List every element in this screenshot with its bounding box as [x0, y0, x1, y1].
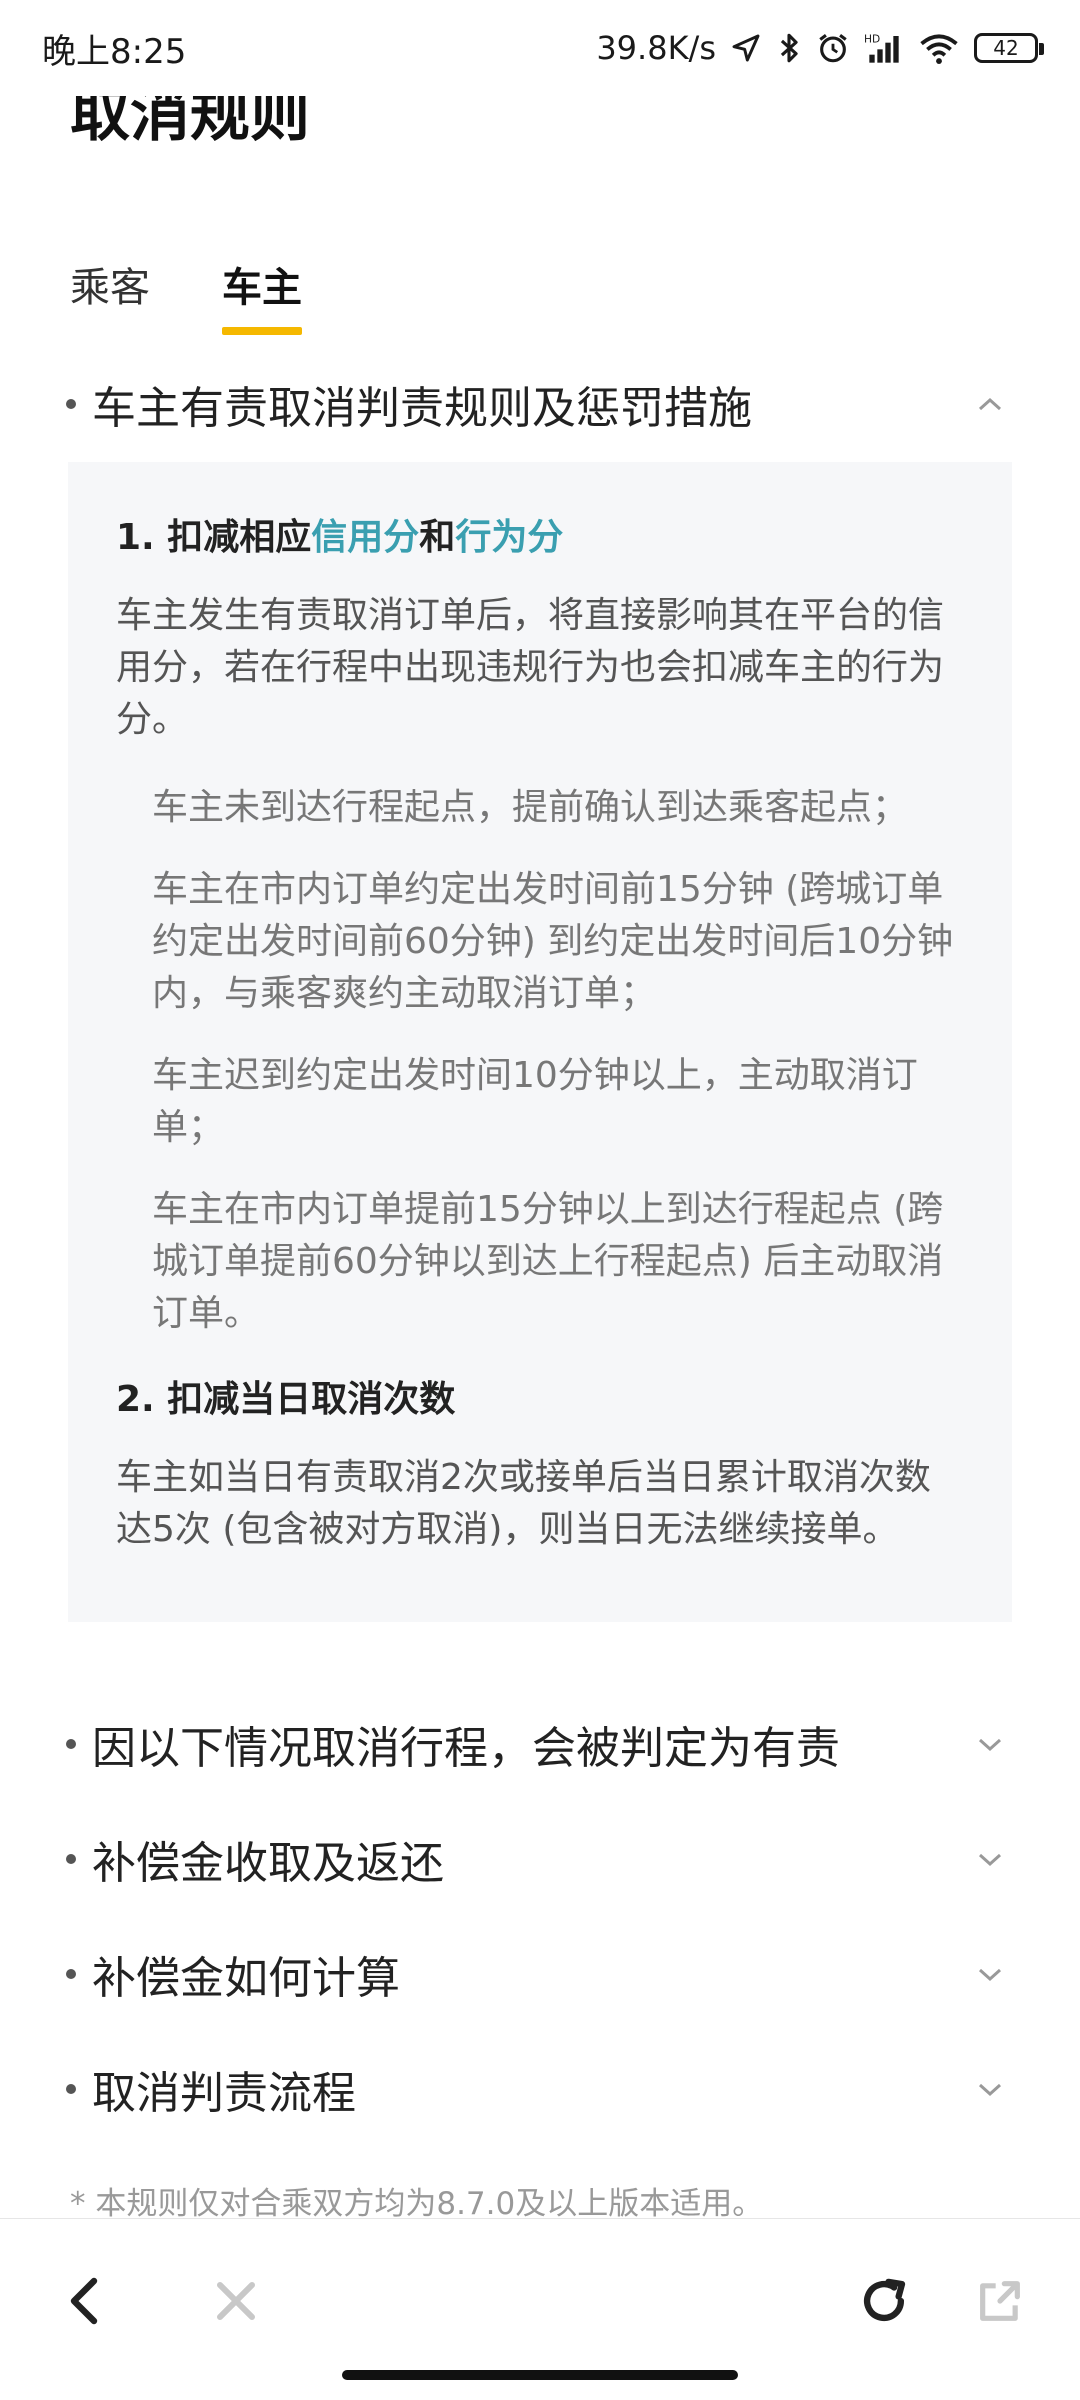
refresh-icon	[863, 2278, 906, 2322]
share-button[interactable]	[968, 2269, 1032, 2333]
tab-driver[interactable]: 车主	[222, 255, 302, 335]
share-icon	[980, 2281, 1020, 2321]
version-footnote: * 本规则仅对合乘双方均为8.7.0及以上版本适用。	[70, 2186, 764, 2222]
bullet-icon	[66, 1969, 76, 1979]
accordion-title: 补偿金如何计算	[92, 1953, 400, 2004]
alarm-icon	[816, 31, 850, 65]
chevron-down-icon[interactable]	[970, 1724, 1010, 1764]
battery-icon: 42	[974, 33, 1044, 63]
accordion-item-compensation-calc[interactable]: 补偿金如何计算	[66, 1942, 1010, 2006]
behavior-score-link[interactable]: 行为分	[455, 517, 563, 558]
accordion-header-driver-rules[interactable]: 车主有责取消判责规则及惩罚措施	[66, 372, 1010, 436]
rule-item: 车主在市内订单约定出发时间前15分钟 (跨城订单约定出发时间前60分钟) 到约定…	[152, 869, 954, 1014]
credit-score-link[interactable]: 信用分	[311, 517, 419, 558]
wifi-icon	[918, 32, 960, 64]
accordion-title: 补偿金收取及返还	[92, 1838, 444, 1889]
screen: 取消规则 晚上8:25 39.8K/s HD 42 乘客 车主 车主有责取消判责…	[0, 0, 1080, 2400]
rule-item: 车主未到达行程起点，提前确认到达乘客起点；	[152, 787, 909, 828]
accordion-panel: 1. 扣减相应信用分和行为分 车主发生有责取消订单后，将直接影响其在平台的信用分…	[68, 462, 1012, 1622]
section-body: 车主如当日有责取消2次或接单后当日累计取消次数达5次 (包含被对方取消)，则当日…	[116, 1457, 931, 1550]
close-button[interactable]	[204, 2269, 268, 2333]
accordion-title: 取消判责流程	[92, 2068, 356, 2119]
bullet-icon	[66, 2084, 76, 2094]
chevron-down-icon[interactable]	[970, 2069, 1010, 2109]
home-indicator[interactable]	[342, 2370, 738, 2380]
close-icon	[217, 2282, 255, 2320]
status-time: 晚上8:25	[42, 31, 187, 72]
chevron-up-icon[interactable]	[970, 384, 1010, 424]
bullet-icon	[66, 1854, 76, 1864]
bullet-icon	[66, 1739, 76, 1749]
back-button[interactable]	[52, 2269, 116, 2333]
accordion-title: 因以下情况取消行程，会被判定为有责	[92, 1723, 840, 1774]
accordion-item-liability-cases[interactable]: 因以下情况取消行程，会被判定为有责	[66, 1712, 1010, 1776]
bullet-icon	[66, 399, 76, 409]
network-speed: 39.8K/s	[596, 29, 716, 67]
section-heading-deduct-scores: 1. 扣减相应信用分和行为分	[116, 517, 564, 558]
location-icon	[730, 32, 762, 64]
accordion-item-compensation-collect[interactable]: 补偿金收取及返还	[66, 1827, 1010, 1891]
accordion-item-judgment-process[interactable]: 取消判责流程	[66, 2057, 1010, 2121]
bluetooth-icon	[776, 31, 802, 65]
status-bar: 晚上8:25 39.8K/s HD 42	[0, 0, 1080, 96]
tab-passenger[interactable]: 乘客	[70, 255, 150, 335]
refresh-button[interactable]	[852, 2269, 916, 2333]
section-body: 车主发生有责取消订单后，将直接影响其在平台的信用分，若在行程中出现违规行为也会扣…	[116, 595, 945, 740]
chevron-down-icon[interactable]	[970, 1954, 1010, 1994]
rule-item: 车主迟到约定出发时间10分钟以上，主动取消订单；	[152, 1055, 918, 1148]
rule-item: 车主在市内订单提前15分钟以上到达行程起点 (跨城订单提前60分钟以到达上行程起…	[152, 1189, 944, 1334]
role-tabs: 乘客 车主	[70, 255, 302, 335]
section-heading-cancel-count: 2. 扣减当日取消次数	[116, 1379, 456, 1420]
back-icon	[70, 2277, 98, 2325]
signal-icon: HD	[864, 31, 904, 65]
status-icons: 39.8K/s HD 42	[596, 29, 1044, 67]
chevron-down-icon[interactable]	[970, 1839, 1010, 1879]
accordion-title: 车主有责取消判责规则及惩罚措施	[92, 383, 752, 434]
svg-text:HD: HD	[864, 33, 880, 46]
